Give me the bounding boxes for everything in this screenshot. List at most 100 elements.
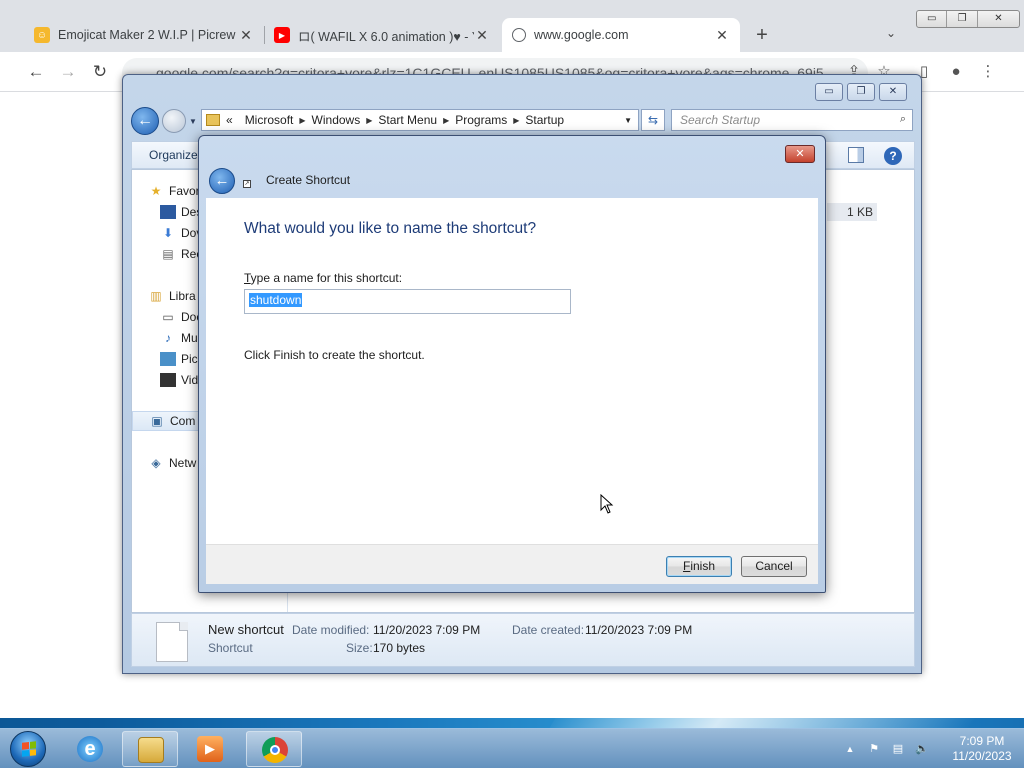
libraries-icon: ▥ bbox=[150, 289, 162, 303]
windows-logo-icon bbox=[10, 731, 46, 767]
shortcut-name-input[interactable]: shutdown bbox=[244, 289, 571, 314]
action-center-flag-icon[interactable]: ⚑ bbox=[866, 741, 882, 757]
dialog-back-icon[interactable]: ← bbox=[209, 168, 235, 194]
refresh-icon[interactable]: ⇆ bbox=[641, 109, 665, 131]
documents-icon: ▭ bbox=[162, 310, 174, 324]
youtube-favicon-icon: ▶ bbox=[274, 27, 290, 43]
reload-icon[interactable]: ↻ bbox=[90, 62, 110, 82]
breadcrumb-windows[interactable]: Windows bbox=[306, 113, 367, 127]
picrew-favicon-icon: ☺ bbox=[34, 27, 50, 43]
nav-label: Libra bbox=[169, 289, 196, 303]
nav-label: Com bbox=[170, 414, 196, 428]
taskbar-chrome[interactable] bbox=[246, 731, 302, 767]
tab-close-icon[interactable]: ✕ bbox=[474, 27, 490, 44]
start-button[interactable] bbox=[4, 729, 48, 768]
show-hidden-icons-icon[interactable]: ▲ bbox=[842, 741, 858, 757]
detail-file-type: Shortcut bbox=[208, 641, 253, 655]
tab-youtube[interactable]: ▶ ロ( WAFIL X 6.0 animation )♥ - Yo ✕ bbox=[264, 18, 500, 52]
dialog-heading: What would you like to name the shortcut… bbox=[244, 220, 537, 237]
label-accelerator: T bbox=[244, 271, 251, 285]
tab-picrew[interactable]: ☺ Emojicat Maker 2 W.I.P | Picrew ✕ bbox=[24, 18, 264, 52]
media-player-icon: ▶ bbox=[197, 736, 223, 762]
explorer-forward-icon[interactable] bbox=[162, 109, 186, 133]
profile-avatar-icon[interactable]: ● bbox=[946, 62, 966, 82]
breadcrumb-microsoft[interactable]: Microsoft bbox=[239, 113, 300, 127]
help-icon[interactable]: ? bbox=[884, 147, 902, 165]
cancel-button[interactable]: Cancel bbox=[741, 556, 807, 577]
explorer-search-input[interactable]: Search Startup ⌕ bbox=[671, 109, 913, 131]
dialog-close-button[interactable]: ✕ bbox=[785, 145, 815, 163]
tab-search-dropdown-icon[interactable]: ⌄ bbox=[886, 26, 896, 40]
label-text: ype a name for this shortcut: bbox=[250, 271, 403, 285]
close-button[interactable]: ✕ bbox=[879, 83, 907, 101]
preview-pane-icon[interactable] bbox=[848, 147, 864, 163]
recent-icon: ▤ bbox=[162, 247, 174, 261]
chrome-window-controls: ▭ ❐ ✕ bbox=[916, 10, 1020, 28]
detail-file-name: New shortcut bbox=[208, 622, 284, 637]
detail-size: 170 bytes bbox=[373, 641, 426, 655]
detail-date-created: 11/20/2023 7:09 PM bbox=[585, 623, 693, 637]
chrome-icon bbox=[262, 737, 288, 763]
tab-close-icon[interactable]: ✕ bbox=[714, 27, 730, 44]
detail-date-modified: 11/20/2023 7:09 PM bbox=[373, 623, 481, 637]
shortcut-arrow-icon: ↗ bbox=[243, 180, 251, 188]
computer-icon: ▣ bbox=[151, 414, 163, 428]
search-icon: ⌕ bbox=[899, 113, 906, 125]
organize-button[interactable]: Organize bbox=[149, 148, 198, 162]
back-arrow-icon[interactable]: ← bbox=[26, 62, 46, 82]
nav-label: Netw bbox=[169, 456, 197, 470]
tab-label: Emojicat Maker 2 W.I.P | Picrew bbox=[58, 28, 236, 42]
close-button[interactable]: ✕ bbox=[978, 11, 1019, 27]
nav-label: Vid bbox=[181, 373, 199, 387]
taskbar-explorer[interactable] bbox=[122, 731, 178, 767]
finish-label: inish bbox=[690, 559, 716, 573]
videos-icon bbox=[160, 373, 176, 387]
internet-explorer-icon: e bbox=[77, 736, 103, 762]
folder-icon bbox=[206, 114, 220, 126]
shortcut-name-label: Type a name for this shortcut: bbox=[244, 271, 402, 285]
shortcut-file-icon bbox=[156, 622, 188, 662]
volume-muted-icon[interactable]: 🔈 bbox=[914, 741, 930, 757]
forward-arrow-icon[interactable]: → bbox=[58, 62, 78, 82]
minimize-button[interactable]: ▭ bbox=[917, 11, 948, 27]
tab-label: ロ( WAFIL X 6.0 animation )♥ - Yo bbox=[298, 29, 474, 44]
chrome-menu-icon[interactable]: ⋮ bbox=[978, 62, 998, 82]
input-value: shutdown bbox=[249, 293, 303, 307]
recent-pages-dropdown-icon[interactable]: ▼ bbox=[189, 117, 197, 126]
breadcrumb-startup[interactable]: Startup bbox=[519, 113, 570, 127]
create-shortcut-dialog: ✕ ← ↗ Create Shortcut What would you lik… bbox=[198, 135, 826, 593]
downloads-icon: ⬇ bbox=[162, 226, 174, 240]
network-status-icon[interactable]: ▤ bbox=[890, 741, 906, 757]
minimize-button[interactable]: ▭ bbox=[815, 83, 843, 101]
clock[interactable]: 7:09 PM 11/20/2023 bbox=[944, 734, 1020, 764]
search-placeholder: Search Startup bbox=[680, 113, 761, 127]
taskbar-internet-explorer[interactable]: e bbox=[62, 731, 118, 767]
chrome-tab-strip: ☺ Emojicat Maker 2 W.I.P | Picrew ✕ ▶ ロ(… bbox=[0, 0, 1024, 52]
clock-date: 11/20/2023 bbox=[952, 749, 1012, 763]
breadcrumb-overflow[interactable]: « bbox=[220, 113, 239, 127]
dialog-title: Create Shortcut bbox=[266, 173, 351, 187]
explorer-window-controls: ▭ ❐ ✕ bbox=[815, 83, 907, 101]
explorer-address-bar[interactable]: « Microsoft ▶ Windows ▶ Start Menu ▶ Pro… bbox=[201, 109, 639, 131]
music-icon: ♪ bbox=[165, 331, 171, 345]
tab-close-icon[interactable]: ✕ bbox=[238, 27, 254, 44]
folder-icon bbox=[138, 737, 164, 763]
explorer-back-icon[interactable]: ← bbox=[131, 107, 159, 135]
new-tab-button[interactable]: + bbox=[752, 24, 772, 46]
breadcrumb-programs[interactable]: Programs bbox=[449, 113, 513, 127]
desktop-icon bbox=[160, 205, 176, 219]
details-pane: New shortcut Date modified: 11/20/2023 7… bbox=[131, 613, 915, 667]
maximize-button[interactable]: ❐ bbox=[847, 83, 875, 101]
nav-label: Pic bbox=[181, 352, 198, 366]
finish-button[interactable]: Finish bbox=[666, 556, 732, 577]
address-dropdown-icon[interactable]: ▼ bbox=[624, 116, 632, 125]
network-icon: ◈ bbox=[151, 456, 161, 470]
dialog-content: What would you like to name the shortcut… bbox=[206, 198, 818, 544]
taskbar-media-player[interactable]: ▶ bbox=[182, 731, 238, 767]
maximize-button[interactable]: ❐ bbox=[947, 11, 978, 27]
dialog-footer: Finish Cancel bbox=[206, 544, 818, 584]
nav-label: Favor bbox=[169, 184, 200, 198]
pictures-icon bbox=[160, 352, 176, 366]
tab-google[interactable]: www.google.com ✕ bbox=[502, 18, 740, 52]
breadcrumb-start-menu[interactable]: Start Menu bbox=[372, 113, 443, 127]
